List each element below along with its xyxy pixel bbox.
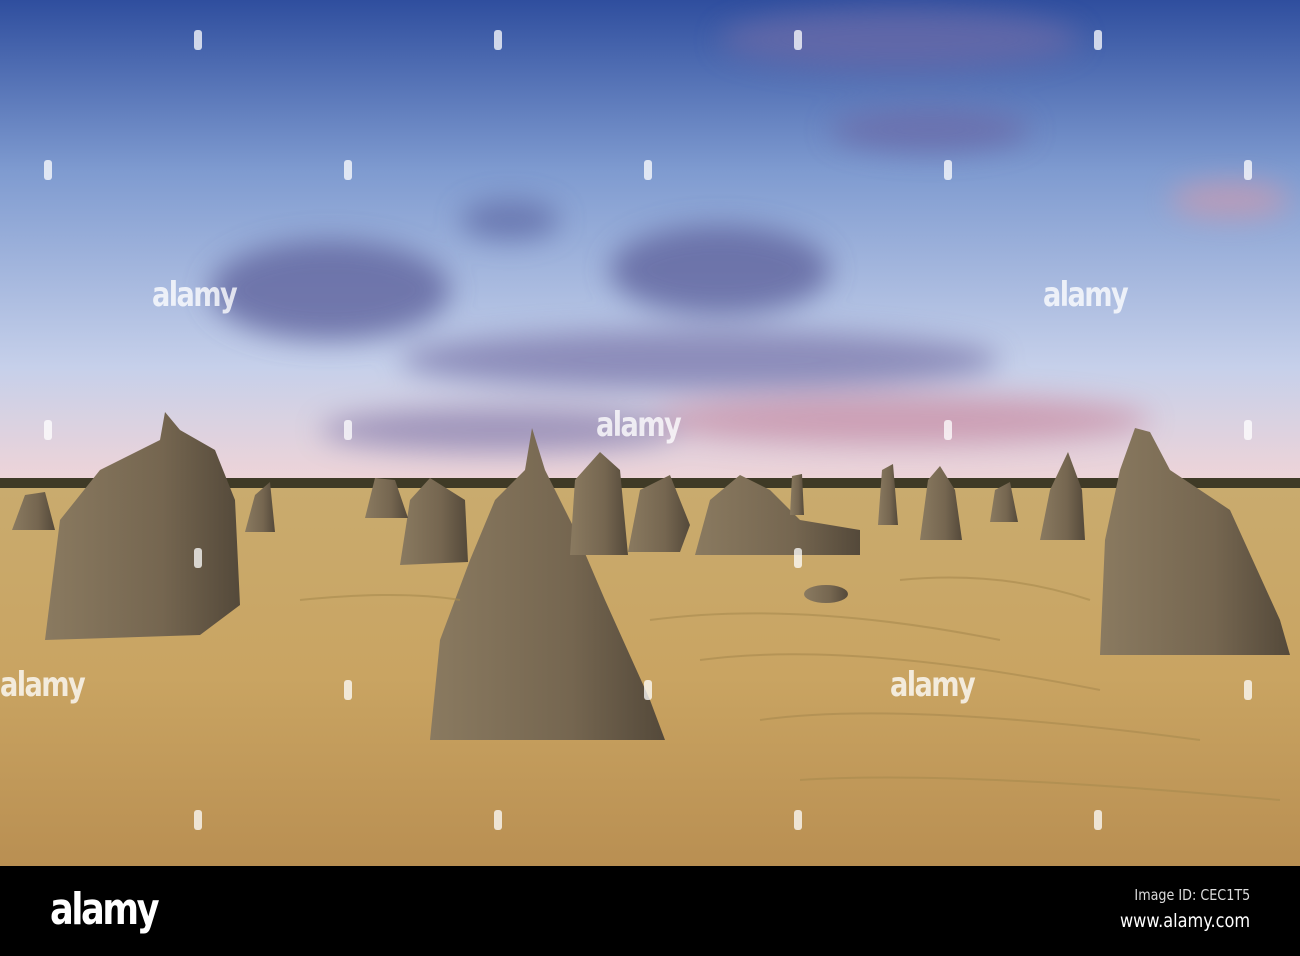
watermark-mark: [944, 160, 952, 180]
watermark-mark: [794, 810, 802, 830]
watermark-mark: [1244, 160, 1252, 180]
watermark-mark: [344, 160, 352, 180]
alamy-logo: alamy: [50, 884, 160, 935]
watermark-mark: [644, 160, 652, 180]
watermark-mark: [44, 420, 52, 440]
watermark-text: alamy: [0, 665, 86, 705]
watermark-mark: [1244, 680, 1252, 700]
watermark-mark: [1094, 30, 1102, 50]
watermark-mark: [494, 810, 502, 830]
watermark-mark: [1244, 420, 1252, 440]
watermark-mark: [1094, 810, 1102, 830]
watermark-mark: [344, 420, 352, 440]
watermark-text: alamy: [1043, 275, 1129, 315]
watermark-mark: [494, 30, 502, 50]
watermark-mark: [794, 548, 802, 568]
watermark-mark: [194, 548, 202, 568]
watermark-mark: [644, 680, 652, 700]
watermark-mark: [944, 420, 952, 440]
watermark-mark: [194, 30, 202, 50]
watermark-mark: [44, 160, 52, 180]
image-id: Image ID: CEC1T5: [1134, 886, 1250, 904]
website-link[interactable]: www.alamy.com: [1120, 910, 1250, 932]
watermark-text: alamy: [596, 405, 682, 445]
watermark-mark: [344, 680, 352, 700]
footer-bar: alamy Image ID: CEC1T5 www.alamy.com: [0, 866, 1300, 956]
watermark-mark: [194, 810, 202, 830]
watermark-text: alamy: [890, 665, 976, 705]
stock-photo: alamy alamy alamy alamy alamy alamy Imag…: [0, 0, 1300, 956]
watermark-mark: [794, 30, 802, 50]
watermark-text: alamy: [152, 275, 238, 315]
